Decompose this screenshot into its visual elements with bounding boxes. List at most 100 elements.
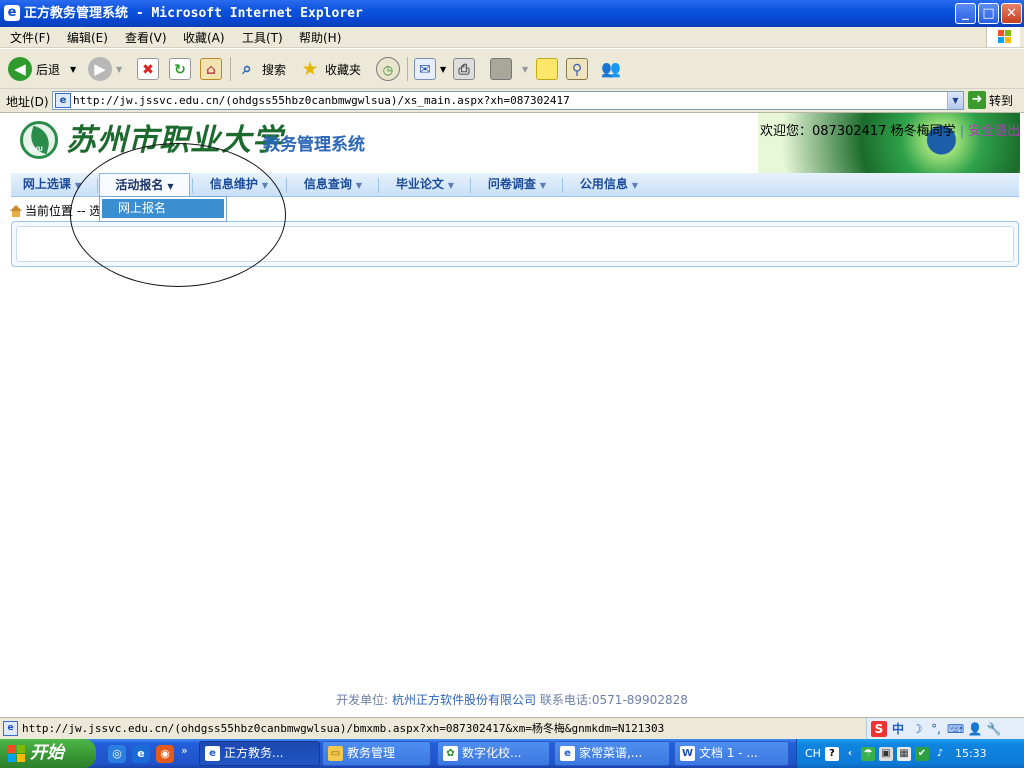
address-dropdown-icon[interactable]: ▼ — [947, 92, 963, 109]
quicklaunch-desktop-icon[interactable]: ◎ — [108, 745, 126, 763]
ime-toolbar: S 中 ☽ °, ⌨ 👤 🔧 — [866, 718, 1024, 740]
quicklaunch-app-icon[interactable]: ◉ — [156, 745, 174, 763]
network-icon[interactable]: ▣ — [878, 746, 893, 761]
back-label: 后退 — [36, 62, 61, 77]
forward-button[interactable]: ▶ ▼ — [88, 55, 122, 83]
display-icon[interactable]: ▦ — [896, 746, 911, 761]
chevron-down-icon: ▼ — [631, 181, 639, 190]
menu-help[interactable]: 帮助(H) — [299, 30, 341, 46]
menu-file[interactable]: 文件(F) — [10, 30, 50, 46]
user-icon[interactable]: 👤 — [967, 721, 983, 737]
home-icon: ⌂ — [200, 58, 222, 80]
home-button[interactable]: ⌂ — [200, 55, 222, 83]
nav-info-maintenance[interactable]: 信息维护 ▼ — [194, 173, 284, 197]
history-button[interactable]: ◷ — [376, 55, 400, 83]
page-icon: e — [3, 721, 18, 736]
forward-dropdown-icon[interactable]: ▼ — [116, 65, 122, 74]
stop-button[interactable]: ✖ — [137, 55, 159, 83]
toolbar: ◀ 后退 ▼ ▶ ▼ ✖ ↻ ⌂ ⌕ 搜索 ★ 收藏夹 ◷ ✉ ▼ ⎙ ▼ ⚲ — [0, 49, 1024, 89]
messenger-icon: 👥 — [601, 59, 621, 78]
ime-lang[interactable]: 中 — [890, 721, 906, 737]
logout-link[interactable]: 安全退出 — [968, 124, 1020, 139]
back-dropdown-icon[interactable]: ▼ — [70, 65, 76, 74]
close-button[interactable]: ✕ — [1001, 3, 1022, 24]
forward-icon: ▶ — [88, 57, 112, 81]
tray-expand-icon[interactable]: ‹ — [843, 747, 857, 761]
main-nav: 网上选课 ▼ 活动报名 ▼ 信息维护 ▼ 信息查询 ▼ 毕业论文 ▼ 问卷调查 ▼ 公用信息… — [11, 173, 1019, 197]
maximize-button[interactable]: □ — [978, 3, 999, 24]
search-label: 搜索 — [262, 62, 287, 77]
window-title: 正方教务管理系统 - Microsoft Internet Explorer — [24, 6, 363, 21]
security-icon[interactable]: ✔ — [914, 746, 929, 761]
edit-button[interactable]: ▼ — [490, 55, 528, 83]
content-panel-inner — [16, 226, 1014, 262]
menu-edit[interactable]: 编辑(E) — [67, 30, 108, 46]
favorites-button[interactable]: ★ 收藏夹 — [299, 55, 361, 83]
task-zhengfang[interactable]: e 正方教务... — [199, 741, 320, 766]
note-button[interactable] — [536, 55, 558, 83]
task-jiaowu-folder[interactable]: ▭ 教务管理 — [322, 741, 431, 766]
messenger-button[interactable]: 👥 — [600, 55, 622, 83]
stop-icon: ✖ — [137, 58, 159, 80]
volume-icon[interactable]: ♪ — [933, 747, 947, 761]
page-header: SVU 苏州市职业大学 教务管理系统 欢迎您：087302417 杨冬梅同学 |… — [0, 113, 1020, 173]
address-input[interactable] — [73, 93, 943, 108]
menu-bar: 文件(F) 编辑(E) 查看(V) 收藏(A) 工具(T) 帮助(H) — [0, 27, 1024, 48]
page-content: SVU 苏州市职业大学 教务管理系统 欢迎您：087302417 杨冬梅同学 |… — [0, 113, 1024, 717]
back-icon: ◀ — [8, 57, 32, 81]
back-button[interactable]: ◀ 后退 ▼ — [8, 55, 76, 83]
edit-dropdown-icon[interactable]: ▼ — [522, 65, 528, 74]
punctuation-icon[interactable]: °, — [928, 721, 944, 737]
school-logo-icon: SVU — [20, 121, 58, 159]
print-icon: ⎙ — [453, 58, 475, 80]
dropdown-item-online-signup[interactable]: 网上报名 — [102, 199, 224, 218]
help-icon[interactable]: ? — [824, 746, 839, 761]
task-digital-campus[interactable]: ✿ 数字化校... — [437, 741, 550, 766]
nav-course-selection[interactable]: 网上选课 ▼ — [11, 173, 93, 197]
welcome-label: 欢迎您： — [760, 124, 813, 139]
search-button[interactable]: ⌕ 搜索 — [236, 55, 286, 83]
clock[interactable]: 15:33 — [955, 747, 987, 760]
print-button[interactable]: ⎙ — [453, 55, 475, 83]
menu-view[interactable]: 查看(V) — [125, 30, 167, 46]
keyboard-icon[interactable]: ⌨ — [947, 721, 964, 737]
mail-dropdown-icon[interactable]: ▼ — [440, 65, 446, 74]
page-footer: 开发单位: 杭州正方软件股份有限公司 联系电话:0571-89902828 — [0, 691, 1024, 708]
system-name: 教务管理系统 — [263, 135, 365, 155]
chevron-down-icon: ▼ — [447, 181, 455, 190]
research-button[interactable]: ⚲ — [566, 55, 588, 83]
sogou-ime-icon[interactable]: S — [871, 721, 887, 737]
tray-app-icon[interactable]: ☂ — [860, 746, 875, 761]
logo-text: SVU — [29, 146, 43, 153]
address-field[interactable]: e ▼ — [52, 91, 964, 110]
minimize-button[interactable]: _ — [955, 3, 976, 24]
nav-public-info[interactable]: 公用信息 ▼ — [564, 173, 654, 197]
mail-icon: ✉ — [414, 58, 436, 80]
mail-button[interactable]: ✉ ▼ — [414, 55, 446, 83]
start-button[interactable]: 开始 — [0, 739, 96, 768]
nav-activity-signup[interactable]: 活动报名 ▼ — [99, 173, 190, 197]
go-arrow-icon: ➜ — [968, 91, 986, 109]
chevron-down-icon: ▼ — [355, 181, 363, 190]
content-panel — [11, 221, 1019, 267]
quicklaunch-ie-icon[interactable]: e — [132, 745, 150, 763]
menu-tools[interactable]: 工具(T) — [242, 30, 283, 46]
go-button[interactable]: ➜ 转到 — [968, 91, 1013, 109]
title-bar: e 正方教务管理系统 - Microsoft Internet Explorer… — [0, 0, 1024, 27]
half-width-icon[interactable]: ☽ — [909, 721, 925, 737]
nav-survey[interactable]: 问卷调查 ▼ — [472, 173, 562, 197]
edit-icon — [490, 58, 512, 80]
menu-favorites[interactable]: 收藏(A) — [183, 30, 225, 46]
page-icon: e — [55, 93, 71, 108]
task-recipes[interactable]: e 家常菜谱,... — [554, 741, 670, 766]
nav-thesis[interactable]: 毕业论文 ▼ — [380, 173, 470, 197]
refresh-button[interactable]: ↻ — [169, 55, 191, 83]
nav-info-query[interactable]: 信息查询 ▼ — [288, 173, 378, 197]
quicklaunch-more-icon[interactable]: » — [181, 744, 188, 757]
user-name: 杨冬梅同学 — [890, 124, 956, 139]
research-icon: ⚲ — [566, 58, 588, 80]
task-word-document[interactable]: W 文档 1 - ... — [674, 741, 789, 766]
tray-lang[interactable]: CH — [805, 747, 821, 760]
chevron-down-icon: ▼ — [74, 181, 82, 190]
settings-wrench-icon[interactable]: 🔧 — [986, 721, 1002, 737]
